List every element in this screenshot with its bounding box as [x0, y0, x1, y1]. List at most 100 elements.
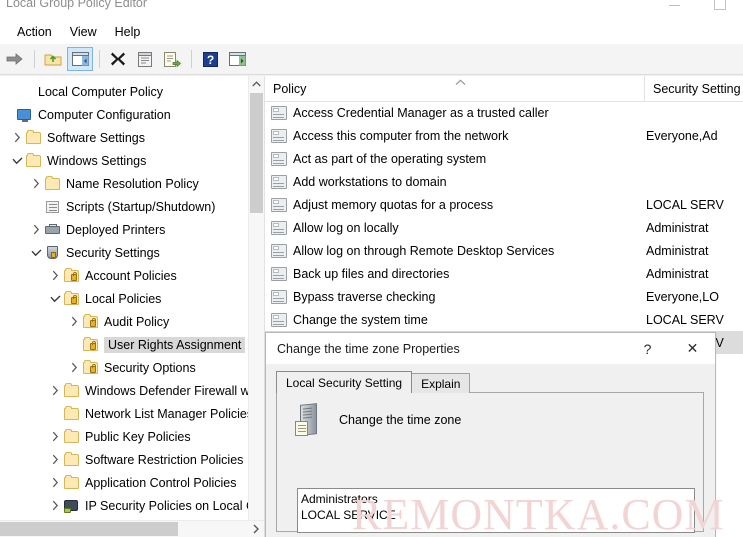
- security-setting-cell: Everyone,Ad: [646, 128, 718, 143]
- tree-scroll-thumb[interactable]: [250, 93, 263, 213]
- member-item[interactable]: Administrators: [301, 491, 694, 507]
- column-header-security-setting[interactable]: Security Setting: [645, 76, 743, 101]
- table-row[interactable]: Access this computer from the network Eve…: [265, 124, 743, 147]
- tree-expander[interactable]: [47, 500, 63, 511]
- table-row[interactable]: Allow log on locally Administrat: [265, 216, 743, 239]
- table-row[interactable]: Adjust memory quotas for a process LOCAL …: [265, 193, 743, 216]
- tree-expander[interactable]: [47, 454, 63, 465]
- tree-item-user-rights-assignment[interactable]: User Rights Assignment: [0, 333, 264, 356]
- policy-name-cell: Add workstations to domain: [265, 174, 645, 189]
- tree-item-label: Security Settings: [66, 245, 160, 260]
- table-row[interactable]: Bypass traverse checking Everyone,LO: [265, 285, 743, 308]
- tree-item-security-settings[interactable]: Security Settings: [0, 241, 264, 264]
- help-button[interactable]: ?: [197, 47, 223, 71]
- tree-item-name-resolution-policy[interactable]: Name Resolution Policy: [0, 172, 264, 195]
- tree-item-network-list-manager-policies[interactable]: Network List Manager Policies: [0, 402, 264, 425]
- forward-button[interactable]: [2, 47, 28, 71]
- tree-expander[interactable]: [47, 270, 63, 281]
- tree-expander[interactable]: [9, 156, 25, 165]
- tree-item-deployed-printers[interactable]: Deployed Printers: [0, 218, 264, 241]
- policy-name-cell: Access this computer from the network: [265, 128, 645, 143]
- show-hide-console-tree-button[interactable]: [67, 47, 93, 71]
- tree-item-local-policies[interactable]: Local Policies: [0, 287, 264, 310]
- lock-badge-icon: [90, 363, 96, 373]
- tree-expander[interactable]: [47, 385, 63, 396]
- tree-expander[interactable]: [66, 362, 82, 373]
- show-hide-action-pane-button[interactable]: [224, 47, 250, 71]
- local-group-policy-editor-window: Local Group Policy Editor Action View He…: [0, 0, 743, 537]
- chevron-right-icon: [52, 431, 58, 442]
- menu-view[interactable]: View: [61, 22, 106, 42]
- policy-icon: [271, 243, 287, 258]
- tree-hscroll-thumb[interactable]: [0, 522, 178, 536]
- menu-help[interactable]: Help: [106, 22, 150, 42]
- export-list-button[interactable]: [159, 47, 185, 71]
- tree-item-audit-policy[interactable]: Audit Policy: [0, 310, 264, 333]
- tree-expander[interactable]: [28, 224, 44, 235]
- tree-expander[interactable]: [47, 431, 63, 442]
- tab-local-security-setting[interactable]: Local Security Setting: [276, 371, 413, 393]
- tree-item-application-control-policies[interactable]: Application Control Policies: [0, 471, 264, 494]
- tree-item-icon: [63, 382, 81, 399]
- tree-expander[interactable]: [28, 248, 44, 257]
- tree-item-windows-settings[interactable]: Windows Settings: [0, 149, 264, 172]
- table-row[interactable]: Change the system time LOCAL SERV: [265, 308, 743, 331]
- properties-icon: [138, 51, 152, 67]
- tree-expander[interactable]: [28, 178, 44, 189]
- table-row[interactable]: Act as part of the operating system: [265, 147, 743, 170]
- folder-up-icon: [44, 54, 62, 66]
- tree-item-icon: [63, 267, 81, 284]
- table-row[interactable]: Allow log on through Remote Desktop Serv…: [265, 239, 743, 262]
- tree-item-icon: [44, 245, 62, 261]
- console-tree-pane: Local Computer Policy Computer Configurat…: [0, 76, 265, 537]
- dialog-help-button[interactable]: ?: [625, 333, 670, 364]
- tree-item-software-restriction-policies[interactable]: Software Restriction Policies: [0, 448, 264, 471]
- table-row[interactable]: Back up files and directories Administrat: [265, 262, 743, 285]
- chevron-right-icon: [14, 132, 20, 143]
- menu-action[interactable]: Action: [8, 22, 61, 42]
- tree-item-windows-defender-firewall-with-a[interactable]: Windows Defender Firewall with A: [0, 379, 264, 402]
- tree-scroll-up-button[interactable]: [249, 76, 264, 92]
- tree-expander[interactable]: [47, 477, 63, 488]
- policy-name-cell: Back up files and directories: [265, 266, 645, 281]
- tree-item-label: Audit Policy: [104, 314, 170, 329]
- tree-vertical-scrollbar[interactable]: [248, 76, 264, 522]
- member-item[interactable]: LOCAL SERVICE: [301, 507, 694, 523]
- security-setting-cell: Everyone,LO: [646, 289, 719, 304]
- members-listbox[interactable]: Administrators LOCAL SERVICE: [297, 488, 695, 533]
- tree-item-public-key-policies[interactable]: Public Key Policies: [0, 425, 264, 448]
- tree-item-local-computer-policy[interactable]: Local Computer Policy: [0, 80, 264, 103]
- maximize-button[interactable]: [697, 0, 743, 16]
- tree-item-icon: [44, 222, 62, 238]
- policy-name-cell: Bypass traverse checking: [265, 289, 645, 304]
- list-header: Policy Security Setting: [265, 76, 743, 102]
- policy-name-cell: Act as part of the operating system: [265, 151, 645, 166]
- column-header-policy[interactable]: Policy: [265, 76, 645, 101]
- tree-item-software-settings[interactable]: Software Settings: [0, 126, 264, 149]
- delete-button[interactable]: [105, 47, 131, 71]
- tree-item-ip-security-policies-on-local-com[interactable]: IP Security Policies on Local Com: [0, 494, 264, 517]
- up-one-level-button[interactable]: [40, 47, 66, 71]
- tree-item-security-options[interactable]: Security Options: [0, 356, 264, 379]
- tree-item-icon: [63, 498, 81, 514]
- dialog-close-button[interactable]: ✕: [670, 333, 715, 364]
- tree-horizontal-scrollbar[interactable]: [0, 520, 264, 537]
- tab-explain[interactable]: Explain: [411, 373, 471, 393]
- tree-item-label: Security Options: [104, 360, 196, 375]
- tree-item-icon: [82, 359, 100, 376]
- tree-item-scripts-startup-shutdown[interactable]: Scripts (Startup/Shutdown): [0, 195, 264, 218]
- table-row[interactable]: Access Credential Manager as a trusted c…: [265, 101, 743, 124]
- dialog-policy-heading: Change the time zone: [295, 403, 461, 440]
- tree-scroll-right-button[interactable]: [248, 521, 264, 537]
- tree-expander[interactable]: [66, 316, 82, 327]
- tree-item-computer-configuration[interactable]: Computer Configuration: [0, 103, 264, 126]
- security-setting-cell: Administrat: [646, 220, 709, 235]
- table-row[interactable]: Add workstations to domain: [265, 170, 743, 193]
- tree-expander[interactable]: [47, 294, 63, 303]
- properties-button[interactable]: [132, 47, 158, 71]
- minimize-button[interactable]: [651, 0, 697, 16]
- toolbar: ?: [0, 44, 743, 75]
- tree-item-account-policies[interactable]: Account Policies: [0, 264, 264, 287]
- help-question-icon: ?: [202, 51, 218, 67]
- tree-expander[interactable]: [9, 132, 25, 143]
